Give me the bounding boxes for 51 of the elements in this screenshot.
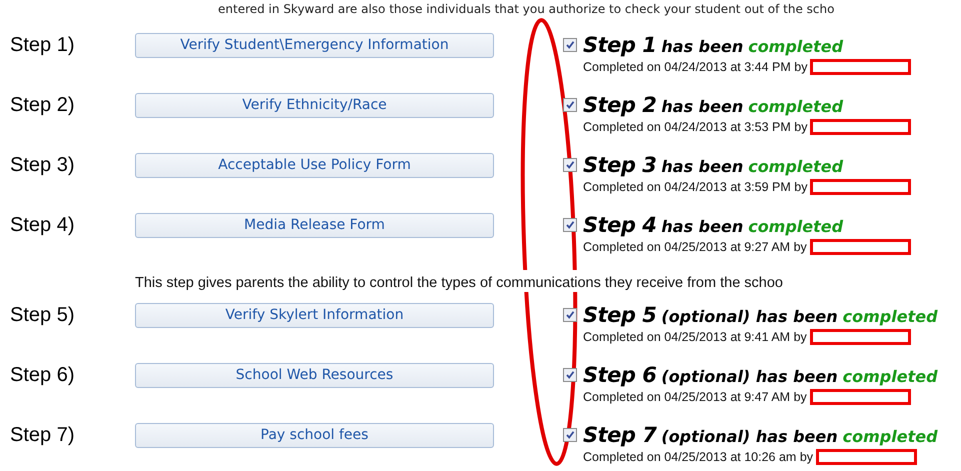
- step-status-text: has been: [661, 97, 744, 116]
- checkbox[interactable]: [563, 428, 577, 442]
- checkbox[interactable]: [563, 98, 577, 112]
- intro-text: entered in Skyward are also those individuals that you authorize to check your student out of the scho: [217, 1, 836, 18]
- step-name: Step 1: [583, 33, 656, 57]
- step-label: Step 7): [9, 424, 76, 446]
- step-status-text: (optional) has been: [661, 307, 838, 326]
- step-label: Step 5): [9, 304, 76, 326]
- step-label: Step 3): [9, 154, 76, 176]
- step-status-text: (optional) has been: [661, 427, 838, 446]
- step-button[interactable]: Verify Student\Emergency Information: [135, 32, 494, 58]
- checkbox[interactable]: [563, 218, 577, 232]
- status-word: completed: [748, 217, 844, 236]
- step-name: Step 5: [583, 303, 656, 327]
- step-button[interactable]: Media Release Form: [135, 212, 494, 238]
- checkbox[interactable]: [563, 368, 577, 382]
- step-status-text: has been: [661, 217, 744, 236]
- step-status-text: (optional) has been: [661, 367, 838, 386]
- step-description: This step gives parents the ability to control the types of communications they receive from the schoo: [135, 270, 783, 292]
- completed-text: Completed on 04/25/2013 at 10:26 am by: [583, 450, 814, 464]
- step-label: Step 6): [9, 364, 76, 386]
- status-word: completed: [748, 157, 844, 176]
- step-button[interactable]: Pay school fees: [135, 422, 494, 448]
- completed-text: Completed on 04/25/2013 at 9:27 AM by: [583, 240, 807, 254]
- completed-text: Completed on 04/25/2013 at 9:47 AM by: [583, 390, 807, 404]
- step-name: Step 2: [583, 93, 656, 117]
- checkbox[interactable]: [563, 38, 577, 52]
- step-name: Step 4: [583, 213, 656, 237]
- step-name: Step 7: [583, 423, 656, 447]
- step-button[interactable]: Acceptable Use Policy Form: [135, 152, 494, 178]
- step-name: Step 6: [583, 363, 656, 387]
- step-label: Step 2): [9, 94, 76, 116]
- completed-text: Completed on 04/24/2013 at 3:44 PM by: [583, 60, 808, 74]
- step-name: Step 3: [583, 153, 656, 177]
- step-button[interactable]: Verify Skylert Information: [135, 302, 494, 328]
- completed-text: Completed on 04/24/2013 at 3:59 PM by: [583, 180, 808, 194]
- step-button[interactable]: Verify Ethnicity/Race: [135, 92, 494, 118]
- status-word: completed: [842, 307, 938, 326]
- step-label: Step 4): [9, 214, 76, 236]
- step-status-text: has been: [661, 157, 744, 176]
- checkbox[interactable]: [563, 158, 577, 172]
- step-button[interactable]: School Web Resources: [135, 362, 494, 388]
- status-word: completed: [842, 427, 938, 446]
- step-status-text: has been: [661, 37, 744, 56]
- step-label: Step 1): [9, 34, 76, 56]
- completed-text: Completed on 04/24/2013 at 3:53 PM by: [583, 120, 808, 134]
- status-word: completed: [748, 97, 844, 116]
- checkbox[interactable]: [563, 308, 577, 322]
- completed-text: Completed on 04/25/2013 at 9:41 AM by: [583, 330, 807, 344]
- status-word: completed: [842, 367, 938, 386]
- status-word: completed: [748, 37, 844, 56]
